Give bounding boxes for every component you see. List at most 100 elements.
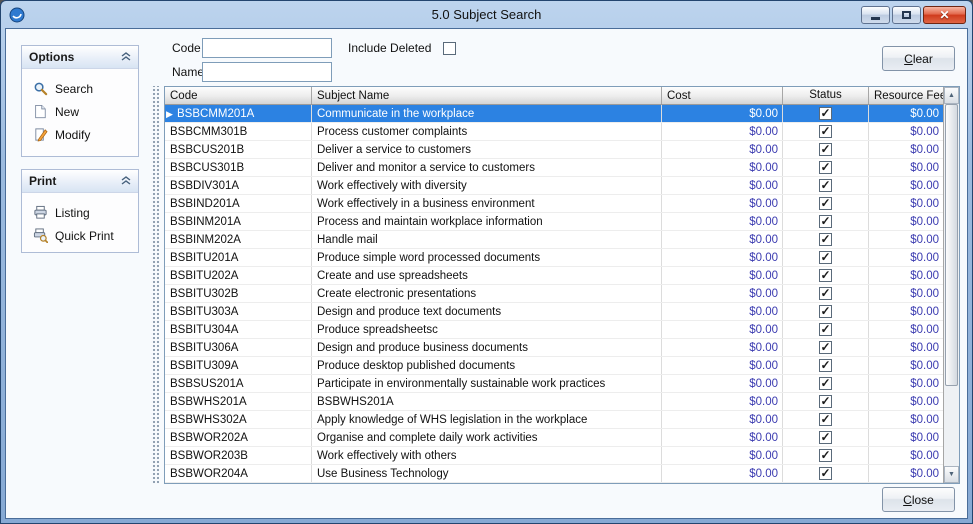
sidebar-item-search[interactable]: Search bbox=[22, 77, 138, 100]
splitter-handle[interactable] bbox=[151, 86, 159, 484]
cell-status: ✓ bbox=[783, 429, 869, 446]
include-deleted-label: Include Deleted bbox=[348, 41, 431, 55]
cell-status: ✓ bbox=[783, 267, 869, 284]
options-panel-title: Options bbox=[29, 50, 74, 64]
table-row[interactable]: BSBITU309A Produce desktop published doc… bbox=[165, 357, 943, 375]
close-button[interactable]: Close bbox=[882, 487, 955, 512]
table-row[interactable]: ▶BSBCMM201A Communicate in the workplace… bbox=[165, 105, 943, 123]
include-deleted-checkbox[interactable] bbox=[443, 42, 456, 55]
status-checkbox[interactable]: ✓ bbox=[819, 269, 832, 282]
table-row[interactable]: BSBWOR203B Work effectively with others … bbox=[165, 447, 943, 465]
clear-button[interactable]: Clear bbox=[882, 46, 955, 71]
minimize-button[interactable] bbox=[861, 6, 890, 24]
cell-resource-fee: $0.00 bbox=[869, 267, 943, 284]
sidebar-item-modify[interactable]: Modify bbox=[22, 123, 138, 146]
status-checkbox[interactable]: ✓ bbox=[819, 323, 832, 336]
cell-code: BSBITU202A bbox=[165, 267, 312, 284]
cell-subject-name: Work effectively with diversity bbox=[312, 177, 662, 194]
status-checkbox[interactable]: ✓ bbox=[819, 125, 832, 138]
column-header-code[interactable]: Code bbox=[165, 87, 312, 104]
vertical-scrollbar[interactable]: ▲ ▼ bbox=[943, 87, 959, 483]
scroll-down-button[interactable]: ▼ bbox=[944, 466, 959, 483]
status-checkbox[interactable]: ✓ bbox=[819, 467, 832, 480]
status-checkbox[interactable]: ✓ bbox=[819, 395, 832, 408]
status-checkbox[interactable]: ✓ bbox=[819, 161, 832, 174]
subject-search-window: 5.0 Subject Search ✕ Options Search bbox=[0, 0, 973, 524]
column-header-cost[interactable]: Cost bbox=[662, 87, 783, 104]
cell-status: ✓ bbox=[783, 411, 869, 428]
cell-status: ✓ bbox=[783, 195, 869, 212]
table-row[interactable]: BSBWOR204A Use Business Technology $0.00… bbox=[165, 465, 943, 483]
print-panel-header[interactable]: Print bbox=[22, 170, 138, 193]
close-icon: ✕ bbox=[939, 9, 949, 21]
table-row[interactable]: BSBINM201A Process and maintain workplac… bbox=[165, 213, 943, 231]
options-panel-header[interactable]: Options bbox=[22, 46, 138, 69]
cell-code-text: BSBCUS201B bbox=[170, 144, 244, 156]
table-row[interactable]: BSBITU304A Produce spreadsheetsc $0.00 ✓… bbox=[165, 321, 943, 339]
status-checkbox[interactable]: ✓ bbox=[819, 359, 832, 372]
table-row[interactable]: BSBWHS302A Apply knowledge of WHS legisl… bbox=[165, 411, 943, 429]
cell-status: ✓ bbox=[783, 123, 869, 140]
status-checkbox[interactable]: ✓ bbox=[819, 215, 832, 228]
table-row[interactable]: BSBWHS201A BSBWHS201A $0.00 ✓ $0.00 bbox=[165, 393, 943, 411]
column-header-subject-name[interactable]: Subject Name bbox=[312, 87, 662, 104]
sidebar-item-quick-print[interactable]: Quick Print bbox=[22, 224, 138, 247]
search-icon bbox=[32, 81, 48, 96]
app-icon bbox=[9, 6, 26, 23]
cell-cost: $0.00 bbox=[662, 159, 783, 176]
table-row[interactable]: BSBIND201A Work effectively in a busines… bbox=[165, 195, 943, 213]
table-row[interactable]: BSBITU302B Create electronic presentatio… bbox=[165, 285, 943, 303]
cell-subject-name: Apply knowledge of WHS legislation in th… bbox=[312, 411, 662, 428]
status-checkbox[interactable]: ✓ bbox=[819, 305, 832, 318]
table-row[interactable]: BSBWOR202A Organise and complete daily w… bbox=[165, 429, 943, 447]
cell-subject-name: Produce simple word processed documents bbox=[312, 249, 662, 266]
table-row[interactable]: BSBITU303A Design and produce text docum… bbox=[165, 303, 943, 321]
cell-resource-fee: $0.00 bbox=[869, 465, 943, 482]
status-checkbox[interactable]: ✓ bbox=[819, 449, 832, 462]
status-checkbox[interactable]: ✓ bbox=[819, 197, 832, 210]
scroll-up-button[interactable]: ▲ bbox=[944, 87, 959, 104]
sidebar-item-listing[interactable]: Listing bbox=[22, 201, 138, 224]
table-row[interactable]: BSBSUS201A Participate in environmentall… bbox=[165, 375, 943, 393]
table-row[interactable]: BSBCMM301B Process customer complaints $… bbox=[165, 123, 943, 141]
cell-subject-name: Produce desktop published documents bbox=[312, 357, 662, 374]
table-row[interactable]: BSBDIV301A Work effectively with diversi… bbox=[165, 177, 943, 195]
collapse-chevron-icon[interactable] bbox=[121, 50, 131, 64]
status-checkbox[interactable]: ✓ bbox=[819, 341, 832, 354]
cell-subject-name: Deliver a service to customers bbox=[312, 141, 662, 158]
table-row[interactable]: BSBINM202A Handle mail $0.00 ✓ $0.00 bbox=[165, 231, 943, 249]
column-header-status[interactable]: Status bbox=[783, 87, 869, 104]
title-bar[interactable]: 5.0 Subject Search ✕ bbox=[5, 1, 968, 28]
name-input[interactable] bbox=[202, 62, 332, 82]
status-checkbox[interactable]: ✓ bbox=[819, 143, 832, 156]
table-row[interactable]: BSBCUS201B Deliver a service to customer… bbox=[165, 141, 943, 159]
status-checkbox[interactable]: ✓ bbox=[819, 413, 832, 426]
cell-code-text: BSBCUS301B bbox=[170, 162, 244, 174]
table-row[interactable]: BSBCUS301B Deliver and monitor a service… bbox=[165, 159, 943, 177]
table-row[interactable]: BSBITU306A Design and produce business d… bbox=[165, 339, 943, 357]
close-window-button[interactable]: ✕ bbox=[923, 6, 966, 24]
scrollbar-track[interactable] bbox=[944, 104, 959, 466]
modify-pencil-icon bbox=[32, 127, 48, 142]
print-panel-items: Listing Quick Print bbox=[22, 193, 138, 251]
collapse-chevron-icon[interactable] bbox=[121, 174, 131, 188]
status-checkbox[interactable]: ✓ bbox=[819, 179, 832, 192]
status-checkbox[interactable]: ✓ bbox=[819, 251, 832, 264]
status-checkbox[interactable]: ✓ bbox=[819, 233, 832, 246]
cell-code-text: BSBCMM301B bbox=[170, 126, 247, 138]
column-header-resource-fee[interactable]: Resource Fee bbox=[869, 87, 943, 104]
table-row[interactable]: BSBITU202A Create and use spreadsheets $… bbox=[165, 267, 943, 285]
code-input[interactable] bbox=[202, 38, 332, 58]
cell-subject-name: Deliver and monitor a service to custome… bbox=[312, 159, 662, 176]
scrollbar-thumb[interactable] bbox=[945, 104, 958, 386]
status-checkbox[interactable]: ✓ bbox=[819, 107, 832, 120]
cell-status: ✓ bbox=[783, 321, 869, 338]
status-checkbox[interactable]: ✓ bbox=[819, 431, 832, 444]
table-row[interactable]: BSBITU201A Produce simple word processed… bbox=[165, 249, 943, 267]
sidebar-item-label: Search bbox=[55, 82, 93, 96]
cell-cost: $0.00 bbox=[662, 267, 783, 284]
sidebar-item-new[interactable]: New bbox=[22, 100, 138, 123]
status-checkbox[interactable]: ✓ bbox=[819, 287, 832, 300]
maximize-button[interactable] bbox=[892, 6, 921, 24]
status-checkbox[interactable]: ✓ bbox=[819, 377, 832, 390]
